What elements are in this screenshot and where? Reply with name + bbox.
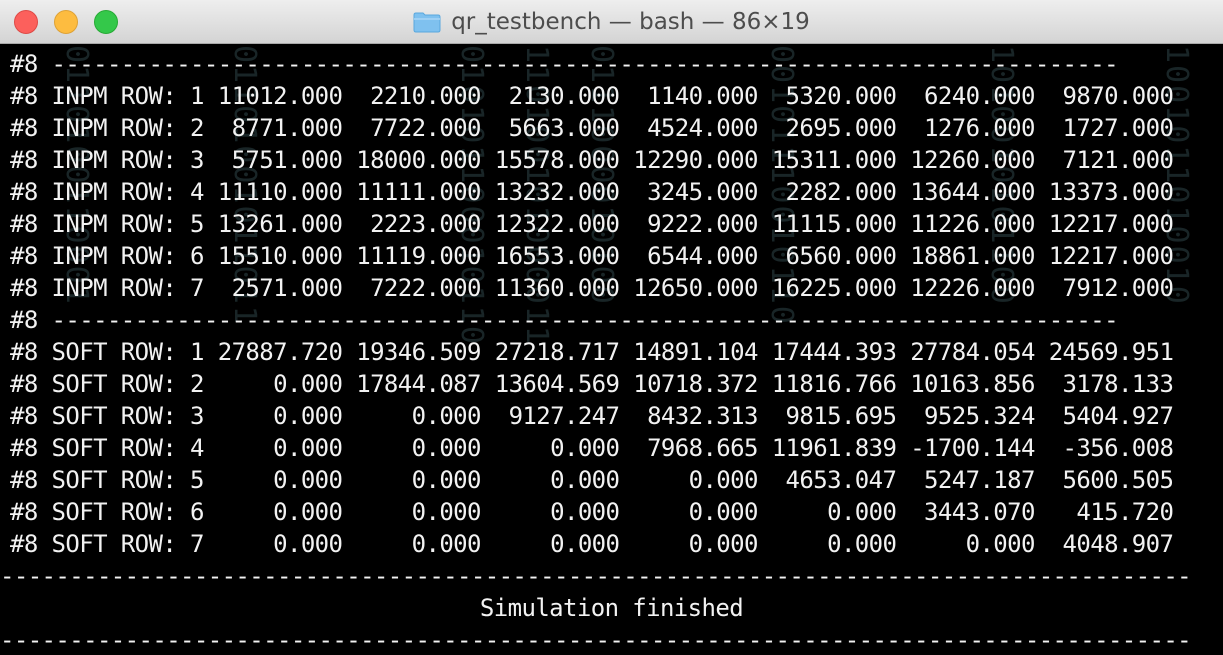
terminal-line: #8 INPM ROW: 2 8771.000 7722.000 5663.00… bbox=[10, 114, 1174, 142]
terminal-line: #8 SOFT ROW: 1 27887.720 19346.509 27218… bbox=[10, 338, 1174, 366]
terminal-line: #8 -------------------------------------… bbox=[10, 306, 1119, 334]
terminal-line: #8 SOFT ROW: 5 0.000 0.000 0.000 0.000 4… bbox=[10, 466, 1174, 494]
title-bar[interactable]: qr_testbench — bash — 86×19 bbox=[0, 0, 1223, 44]
terminal-line: #8 INPM ROW: 5 13261.000 2223.000 12322.… bbox=[10, 210, 1174, 238]
window-title-area: qr_testbench — bash — 86×19 bbox=[0, 0, 1223, 44]
terminal-line: #8 SOFT ROW: 7 0.000 0.000 0.000 0.000 0… bbox=[10, 530, 1174, 558]
separator-rule: ----------------------------------------… bbox=[0, 626, 1192, 654]
terminal-line: #8 SOFT ROW: 4 0.000 0.000 0.000 7968.66… bbox=[10, 434, 1174, 462]
terminal-output[interactable]: 01101001011011 010101100010110 110100101… bbox=[0, 45, 1223, 655]
terminal-lines: #8 -------------------------------------… bbox=[10, 48, 1174, 560]
terminal-line: #8 INPM ROW: 7 2571.000 7222.000 11360.0… bbox=[10, 274, 1174, 302]
window-title: qr_testbench — bash — 86×19 bbox=[451, 9, 810, 35]
terminal-window: qr_testbench — bash — 86×19 011010010110… bbox=[0, 0, 1223, 655]
terminal-line: #8 INPM ROW: 1 11012.000 2210.000 2130.0… bbox=[10, 82, 1174, 110]
folder-icon bbox=[413, 12, 441, 33]
terminal-line: #8 INPM ROW: 3 5751.000 18000.000 15578.… bbox=[10, 146, 1174, 174]
terminal-line: #8 SOFT ROW: 6 0.000 0.000 0.000 0.000 0… bbox=[10, 498, 1174, 526]
separator-rule: ----------------------------------------… bbox=[0, 562, 1192, 590]
terminal-line: #8 INPM ROW: 6 15510.000 11119.000 16553… bbox=[10, 242, 1174, 270]
terminal-line: #8 SOFT ROW: 3 0.000 0.000 9127.247 8432… bbox=[10, 402, 1174, 430]
terminal-line: #8 INPM ROW: 4 11110.000 11111.000 13232… bbox=[10, 178, 1174, 206]
simulation-finished-message: Simulation finished bbox=[479, 594, 744, 622]
terminal-line: #8 SOFT ROW: 2 0.000 17844.087 13604.569… bbox=[10, 370, 1174, 398]
terminal-line: #8 -------------------------------------… bbox=[10, 50, 1119, 78]
